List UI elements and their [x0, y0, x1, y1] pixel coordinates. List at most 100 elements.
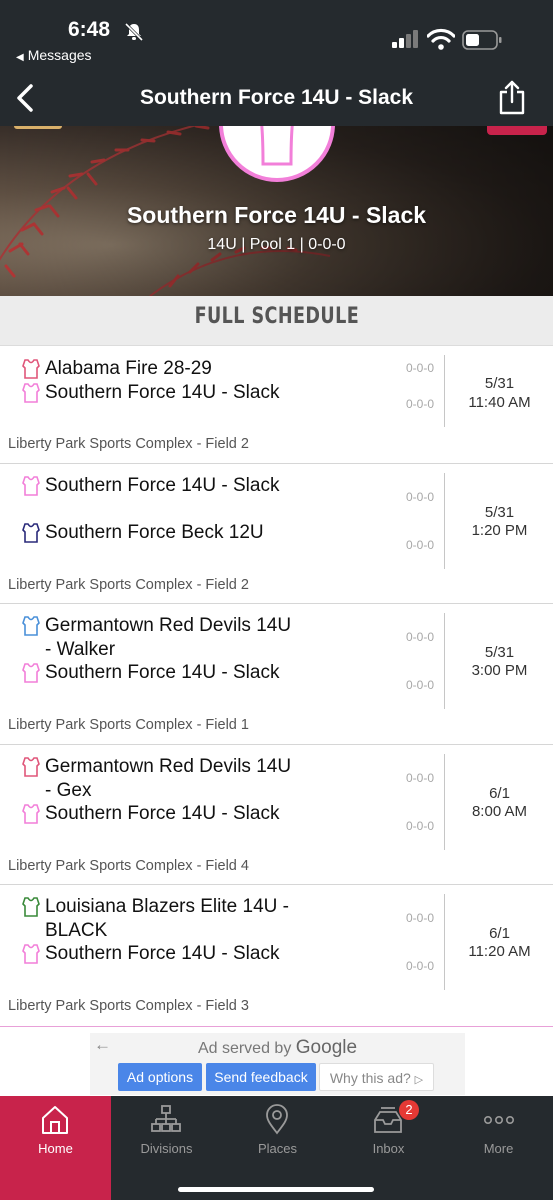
- jersey-icon: [22, 523, 40, 543]
- game-team-1[interactable]: Southern Force 14U - Slack: [22, 474, 402, 521]
- share-icon[interactable]: [496, 80, 528, 116]
- home-indicator[interactable]: [178, 1187, 374, 1192]
- team-name: Germantown Red Devils 14U - Walker: [45, 615, 292, 660]
- jersey-icon: [22, 616, 40, 636]
- team-jersey-icon: [260, 126, 294, 166]
- bottom-tab-bar: Home Divisions Places 2 Inbox More: [0, 1096, 553, 1200]
- team-logo: [219, 126, 335, 182]
- inbox-badge: 2: [399, 1100, 419, 1120]
- divisions-icon: [151, 1105, 181, 1132]
- team-name: Southern Force 14U - Slack: [45, 943, 280, 964]
- play-outline-icon: ▷: [414, 1074, 424, 1086]
- game-team-1[interactable]: Alabama Fire 28-29: [22, 357, 402, 381]
- team-name: Southern Force Beck 12U: [45, 522, 264, 543]
- team-meta: 14U | Pool 1 | 0-0-0: [207, 236, 346, 253]
- game-time: 3:00 PM: [471, 662, 528, 679]
- tab-divisions[interactable]: Divisions: [111, 1096, 222, 1171]
- divider: [444, 613, 445, 709]
- ad-box: ← Ad served by Google Ad options Send fe…: [90, 1033, 465, 1095]
- why-this-ad-label: Why this ad?: [329, 1070, 411, 1086]
- google-logo: Google: [295, 1037, 358, 1058]
- team-name: Southern Force 14U - Slack: [45, 662, 280, 683]
- ad-options-button[interactable]: Ad options: [118, 1063, 202, 1091]
- team-record: 0-0-0: [405, 911, 434, 925]
- wifi-icon: [427, 28, 455, 50]
- status-time: 6:48: [68, 18, 111, 41]
- team-record: 0-0-0: [405, 771, 434, 785]
- jersey-icon: [22, 359, 40, 379]
- tab-label: Home: [38, 1141, 73, 1156]
- location-pin-icon: [266, 1104, 288, 1135]
- section-title: FULL SCHEDULE: [194, 304, 359, 329]
- back-app-label: Messages: [27, 47, 92, 63]
- game-team-2[interactable]: Southern Force 14U - Slack: [22, 802, 402, 849]
- divider: [444, 473, 445, 569]
- game-row[interactable]: Southern Force 14U - Slack 0-0-0 Souther…: [0, 464, 553, 604]
- game-row[interactable]: Germantown Red Devils 14U - Gex 0-0-0 So…: [0, 745, 553, 885]
- tab-inbox[interactable]: 2 Inbox: [333, 1096, 444, 1171]
- team-name: Alabama Fire 28-29: [45, 358, 212, 379]
- team-record: 0-0-0: [405, 397, 434, 411]
- jersey-icon: [22, 476, 40, 496]
- cellular-signal-icon: [392, 30, 418, 48]
- why-this-ad-button[interactable]: Why this ad? ▷: [319, 1063, 434, 1091]
- game-team-2[interactable]: Southern Force Beck 12U: [22, 521, 402, 568]
- jersey-icon: [22, 944, 40, 964]
- game-time: 11:20 AM: [468, 943, 531, 960]
- ad-served-text: Ad served by Google: [90, 1037, 465, 1059]
- game-row[interactable]: Alabama Fire 28-29 0-0-0 Southern Force …: [0, 347, 553, 464]
- game-venue: Liberty Park Sports Complex - Field 3: [8, 998, 249, 1014]
- game-date: 5/31: [484, 644, 515, 661]
- jersey-icon: [22, 383, 40, 403]
- team-name: Louisiana Blazers Elite 14U - BLACK: [45, 896, 289, 941]
- game-venue: Liberty Park Sports Complex - Field 4: [8, 858, 249, 874]
- hero-accent-right: [487, 126, 547, 135]
- tab-label: Divisions: [140, 1141, 193, 1156]
- bell-muted-icon: [124, 22, 144, 42]
- game-date: 6/1: [489, 785, 510, 802]
- game-team-2[interactable]: Southern Force 14U - Slack: [22, 381, 402, 428]
- tab-more[interactable]: More: [444, 1096, 553, 1171]
- team-name: Southern Force 14U - Slack: [45, 475, 280, 496]
- jersey-icon: [22, 663, 40, 683]
- team-record: 0-0-0: [405, 361, 434, 375]
- jersey-icon: [22, 804, 40, 824]
- divider: [444, 754, 445, 850]
- nav-bar: Southern Force 14U - Slack: [0, 70, 553, 126]
- jersey-icon: [22, 757, 40, 777]
- tab-label: Inbox: [372, 1141, 405, 1156]
- team-name: Germantown Red Devils 14U - Gex: [45, 756, 292, 801]
- ad-served-prefix: Ad served by: [197, 1040, 292, 1057]
- team-hero-banner: Southern Force 14U - Slack 14U | Pool 1 …: [0, 126, 553, 296]
- team-record: 0-0-0: [405, 819, 434, 833]
- team-name: Southern Force 14U - Slack: [126, 202, 427, 228]
- team-record: 0-0-0: [405, 630, 434, 644]
- team-record: 0-0-0: [405, 678, 434, 692]
- nav-title: Southern Force 14U - Slack: [139, 86, 414, 109]
- team-record: 0-0-0: [405, 490, 434, 504]
- back-to-messages[interactable]: ◀ Messages: [16, 47, 92, 63]
- status-bar: 6:48 ◀ Messages: [0, 0, 553, 70]
- game-date: 6/1: [489, 925, 510, 942]
- tab-places[interactable]: Places: [222, 1096, 333, 1171]
- battery-icon: [462, 30, 502, 50]
- tab-home[interactable]: Home: [0, 1096, 111, 1200]
- team-record: 0-0-0: [405, 959, 434, 973]
- jersey-icon: [22, 897, 40, 917]
- game-team-1[interactable]: Germantown Red Devils 14U - Walker: [22, 614, 402, 661]
- send-feedback-button[interactable]: Send feedback: [206, 1063, 316, 1091]
- game-team-1[interactable]: Germantown Red Devils 14U - Gex: [22, 755, 402, 802]
- game-team-2[interactable]: Southern Force 14U - Slack: [22, 661, 402, 708]
- tab-label: More: [483, 1141, 514, 1156]
- game-team-1[interactable]: Louisiana Blazers Elite 14U - BLACK: [22, 895, 402, 942]
- full-schedule-header: FULL SCHEDULE: [0, 296, 553, 346]
- game-row[interactable]: Louisiana Blazers Elite 14U - BLACK 0-0-…: [0, 885, 553, 1026]
- game-team-2[interactable]: Southern Force 14U - Slack: [22, 942, 402, 989]
- game-date: 5/31: [484, 504, 515, 521]
- game-time: 1:20 PM: [471, 522, 528, 539]
- more-icon: [484, 1116, 514, 1125]
- game-row[interactable]: Germantown Red Devils 14U - Walker 0-0-0…: [0, 604, 553, 745]
- tab-label: Places: [257, 1141, 298, 1156]
- home-icon: [42, 1106, 68, 1134]
- ad-banner: ← Ad served by Google Ad options Send fe…: [0, 1026, 553, 1096]
